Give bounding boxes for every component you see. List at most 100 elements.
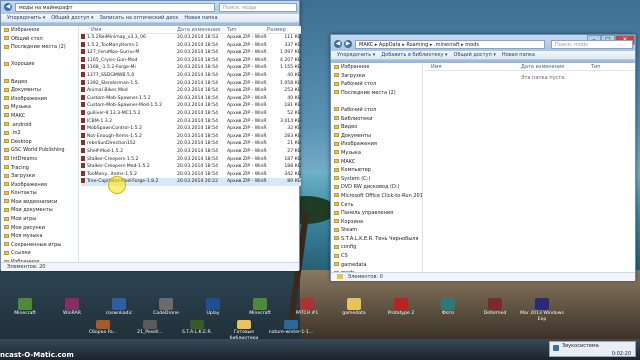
add-to-library-button[interactable]: Добавить в библиотеку ▾ — [381, 51, 447, 60]
file-row[interactable]: 1.5.2_TooManyItems-1 20.03.2014 18:54 Архи… — [81, 41, 301, 50]
file-row[interactable]: Stalker-Creepers-1.5.2 20.03.2014 18:54 Ар… — [81, 155, 301, 164]
file-row[interactable]: 1377_SSDGMWB.5.0 20.03.2014 18:54 Архив ZI… — [81, 72, 301, 80]
desktop-shortcut[interactable]: Фото — [425, 298, 471, 317]
nav-item[interactable]: Видео — [331, 123, 422, 132]
nav-item[interactable]: .m2 — [1, 129, 78, 138]
desktop-shortcut[interactable]: gamedata — [331, 298, 377, 317]
nav-item[interactable] — [331, 97, 422, 106]
file-row[interactable]: MobSpawnControl-1.5.2 20.03.2014 18:54 Арх… — [81, 125, 301, 133]
nav-item[interactable]: CS — [331, 252, 422, 261]
back-button[interactable]: ◀ — [4, 3, 12, 11]
nav-item[interactable]: MAKC — [1, 112, 78, 121]
nav-item[interactable]: Общий стол — [1, 35, 78, 44]
search-input[interactable]: Поиск: mods — [551, 40, 633, 49]
file-row[interactable]: Shelf-Mod-1.5.2 20.03.2014 18:54 Архив ZIP… — [81, 148, 301, 156]
nav-item[interactable]: Документы — [1, 86, 78, 95]
desktop-shortcut[interactable]: CodeDrone — [143, 298, 189, 317]
nav-item[interactable]: Сеть — [331, 201, 422, 210]
organize-button[interactable]: Упорядочить ▾ — [7, 14, 45, 23]
nav-item[interactable]: Tracing — [1, 164, 78, 173]
nav-item[interactable]: Мои документы — [1, 206, 78, 215]
nav-item[interactable]: config — [331, 243, 422, 252]
navigation-pane[interactable]: Избранное Общий стол Последние места (2) Хо… — [1, 26, 79, 262]
col-type[interactable]: Тип — [227, 26, 237, 34]
desktop-shortcut[interactable]: WinRAR — [49, 298, 95, 317]
file-row[interactable]: Custom-Mob-Spawner-1.5.2 20.03.2014 18:54… — [81, 94, 301, 103]
file-row[interactable]: 127_FeruMoo-Gurnu-M 20.03.2014 18:54 Архив… — [81, 49, 301, 57]
title-bar[interactable]: – □ ✕ ◀ ▶ MAKC ▸ AppData ▸ Roaming ▸ .mi… — [331, 35, 635, 63]
forward-button[interactable]: ▶ — [344, 40, 352, 48]
desktop-shortcut[interactable]: Uplay — [190, 298, 236, 317]
nav-item[interactable]: Рабочий стол — [331, 106, 422, 115]
file-row[interactable]: Custom-Mob-Spawner-Mod-1.5.2 20.03.2014 1… — [81, 102, 301, 110]
nav-item[interactable] — [1, 52, 78, 61]
file-row[interactable]: Stalker-Creepers-Mod-1.5.2 20.03.2014 18:… — [81, 163, 301, 171]
file-row[interactable]: 1165_Crysis-Gun-Mod 20.03.2014 18:54 Архив… — [81, 56, 301, 65]
address-bar[interactable]: моды на майнкрафт — [15, 3, 215, 12]
nav-item[interactable]: Steam — [331, 226, 422, 235]
desktop-shortcut[interactable]: nature-winter-1-1... — [268, 320, 314, 336]
nav-item[interactable]: Desktop — [1, 138, 78, 147]
title-bar[interactable]: ◀ моды на майнкрафт Поиск: моды Упорядоч… — [1, 1, 299, 26]
nav-item[interactable]: Мои игры — [1, 215, 78, 224]
nav-item[interactable]: DVD RW дисковод (D:) — [331, 183, 422, 192]
nav-item[interactable]: Моя музыка — [1, 232, 78, 241]
nav-item[interactable]: Видео — [1, 78, 78, 87]
library-button[interactable]: Общий доступ ▾ — [51, 14, 93, 23]
nav-item[interactable]: Загрузки — [1, 172, 78, 181]
desktop-shortcut[interactable]: 21_Posell... — [127, 320, 173, 336]
explorer-window-minecraft-mods[interactable]: – □ ✕ ◀ ▶ MAKC ▸ AppData ▸ Roaming ▸ .mi… — [330, 34, 636, 281]
file-row[interactable]: 1.5.2ReiMinimap_v3.3_06 20.03.2014 18:53 А… — [81, 34, 301, 42]
nav-item[interactable]: MAKC — [331, 158, 422, 167]
nav-item[interactable]: Microsoft Office Click-to-Run 2010 (Q:) — [331, 192, 422, 201]
file-row[interactable]: rebnSunDirection152 20.03.2014 18:54 Архив… — [81, 140, 301, 148]
file-row[interactable]: 1168_-1.5.2-Forge-Mi 20.03.2014 18:54 Архи… — [81, 64, 301, 72]
col-type[interactable]: Тип — [591, 63, 601, 71]
nav-item[interactable]: Музыка — [331, 149, 422, 158]
nav-item[interactable]: Библиотеки — [331, 115, 422, 124]
nav-item[interactable]: Сохраненные игры — [1, 241, 78, 250]
nav-item[interactable]: Избранное — [331, 63, 422, 72]
nav-item[interactable]: Изображения — [1, 95, 78, 104]
nav-item[interactable]: Изображения — [1, 181, 78, 190]
search-input[interactable]: Поиск: моды — [219, 3, 297, 12]
share-button[interactable]: Общий доступ ▾ — [454, 51, 496, 60]
nav-item[interactable]: System (C:) — [331, 175, 422, 184]
nav-item[interactable]: GSC World Publishing — [1, 146, 78, 155]
new-folder-button[interactable]: Новая папка — [184, 14, 217, 23]
nav-item[interactable]: Компьютер — [331, 166, 422, 175]
nav-item[interactable]: Рабочий стол — [331, 80, 422, 89]
nav-item[interactable]: Музыка — [1, 103, 78, 112]
notification-toast[interactable]: Звукосистема 0:02:20 — [549, 341, 636, 357]
desktop-shortcut[interactable]: Prototype 2 — [378, 298, 424, 317]
nav-item[interactable]: S.T.A.L.K.E.R. Тень Чернобыля — [331, 235, 422, 244]
desktop-shortcut[interactable]: Minecraft — [2, 298, 48, 317]
desktop-shortcut[interactable]: S.T.A.L.K.E.R. — [174, 320, 220, 336]
nav-item[interactable]: IntDreams — [1, 155, 78, 164]
col-name[interactable]: Имя — [431, 63, 442, 71]
col-date[interactable]: Дата изменения — [177, 26, 220, 34]
burn-button[interactable]: Записать на оптический диск — [100, 14, 179, 23]
file-row[interactable]: gulliver-9.13.3-MC1.5.2 20.03.2014 18:54 А… — [81, 110, 301, 118]
new-folder-button[interactable]: Новая папка — [502, 51, 535, 60]
desktop-shortcut[interactable]: Mar 2013 Windows Exp — [519, 298, 565, 323]
back-button[interactable]: ◀ — [334, 40, 342, 48]
nav-item[interactable]: Последние места (2) — [331, 89, 422, 98]
nav-item[interactable]: gamedata — [331, 261, 422, 270]
nav-item[interactable]: Хорошие — [1, 60, 78, 69]
nav-item[interactable]: Мои рисунки — [1, 224, 78, 233]
nav-item[interactable]: Контакты — [1, 189, 78, 198]
col-size[interactable]: Размер — [267, 26, 286, 34]
nav-item[interactable] — [1, 69, 78, 78]
desktop-shortcut[interactable]: Minecraft — [237, 298, 283, 317]
desktop-shortcut[interactable]: Deformed — [472, 298, 518, 317]
col-date[interactable]: Дата изменения — [521, 63, 564, 71]
nav-item[interactable]: Загрузки — [331, 72, 422, 81]
nav-item[interactable]: Избранное — [1, 26, 78, 35]
desktop-shortcut[interactable]: PATCH #1 — [284, 298, 330, 317]
organize-button[interactable]: Упорядочить ▾ — [337, 51, 375, 60]
nav-item[interactable]: Панель управления — [331, 209, 422, 218]
file-row[interactable]: Animal Bikes Mod 20.03.2014 18:54 Архив ZI… — [81, 87, 301, 95]
col-name[interactable]: Имя — [91, 26, 102, 34]
file-row[interactable]: 1392_Slenderman-1.5. 20.03.2014 18:54 Архи… — [81, 79, 301, 88]
